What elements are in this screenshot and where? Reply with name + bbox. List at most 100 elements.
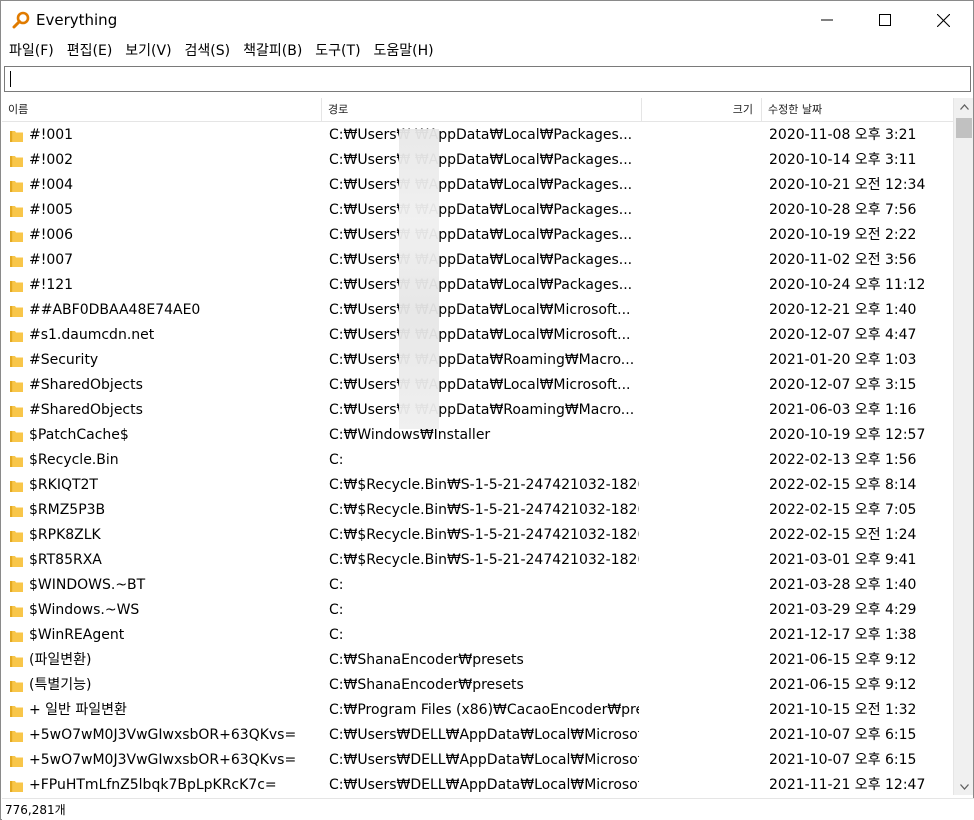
table-row[interactable]: #SharedObjects C:₩Users₩ ₩AppData₩Local₩M… xyxy=(2,373,953,398)
cell-path: C:₩$Recycle.Bin₩S-1-5-21-247421032-18262… xyxy=(329,502,639,518)
scroll-thumb[interactable] xyxy=(956,118,972,138)
folder-icon xyxy=(10,231,23,242)
table-row[interactable]: #!007 C:₩Users₩ ₩AppData₩Local₩Packages..… xyxy=(2,248,953,273)
cell-path: C:₩Users₩ ₩AppData₩Local₩Packages... xyxy=(329,152,633,168)
cell-modified-date: 2022-02-15 오후 7:05 xyxy=(769,502,917,518)
cell-name: $PatchCache$ xyxy=(2,423,320,448)
vertical-scrollbar[interactable] xyxy=(953,98,973,795)
cell-name: +5wO7wM0J3VwGIwxsbOR+63QKvs= xyxy=(2,748,320,773)
cell-modified-date: 2020-12-21 오후 1:40 xyxy=(769,302,917,318)
table-row[interactable]: $Recycle.Bin C: 2022-02-13 오후 1:56 xyxy=(2,448,953,473)
cell-modified-date: 2020-10-21 오전 12:34 xyxy=(769,177,926,193)
folder-icon xyxy=(10,381,23,392)
column-header-size[interactable]: 크기 xyxy=(642,98,762,122)
folder-icon xyxy=(10,756,23,767)
folder-icon xyxy=(10,256,23,267)
table-row[interactable]: ##ABF0DBAA48E74AE0 C:₩Users₩ ₩AppData₩Loc… xyxy=(2,298,953,323)
cell-path: C:₩ShanaEncoder₩presets xyxy=(329,677,524,693)
title-bar[interactable]: Everything xyxy=(1,1,973,39)
minimize-button[interactable] xyxy=(798,1,856,39)
table-row[interactable]: (특별기능) C:₩ShanaEncoder₩presets 2021-06-15 … xyxy=(2,673,953,698)
menu-item[interactable]: 도구(T) xyxy=(307,39,367,63)
column-header-modified[interactable]: 수정한 날짜 xyxy=(762,98,953,122)
table-row[interactable]: $PatchCache$ C:₩Windows₩Installer 2020-10-… xyxy=(2,423,953,448)
column-header-name[interactable]: 이름 xyxy=(2,98,322,122)
magnifier-icon xyxy=(12,11,30,29)
file-name: $RPK8ZLK xyxy=(29,527,101,543)
menu-item[interactable]: 파일(F) xyxy=(1,39,61,63)
cell-modified-date: 2021-10-07 오후 6:15 xyxy=(769,727,917,743)
cell-name: $RMZ5P3B xyxy=(2,498,320,523)
table-row[interactable]: $RKIQT2T C:₩$Recycle.Bin₩S-1-5-21-2474210… xyxy=(2,473,953,498)
menu-item[interactable]: 도움말(H) xyxy=(366,39,441,63)
table-row[interactable]: #!005 C:₩Users₩ ₩AppData₩Local₩Packages..… xyxy=(2,198,953,223)
file-name: (파일변환) xyxy=(29,652,92,668)
table-row[interactable]: $WINDOWS.~BT C: 2021-03-28 오후 1:40 xyxy=(2,573,953,598)
folder-icon xyxy=(10,631,23,642)
folder-icon xyxy=(10,206,23,217)
cell-modified-date: 2021-06-03 오후 1:16 xyxy=(769,402,917,418)
table-row[interactable]: $RPK8ZLK C:₩$Recycle.Bin₩S-1-5-21-2474210… xyxy=(2,523,953,548)
menu-item[interactable]: 보기(V) xyxy=(117,39,178,63)
scroll-down-button[interactable] xyxy=(954,778,974,795)
folder-icon xyxy=(10,681,23,692)
folder-icon xyxy=(10,131,23,142)
table-row[interactable]: $RT85RXA C:₩$Recycle.Bin₩S-1-5-21-2474210… xyxy=(2,548,953,573)
file-name: $PatchCache$ xyxy=(29,427,129,443)
table-row[interactable]: +5wO7wM0J3VwGIwxsbOR+63QKvs= C:₩Users₩DEL… xyxy=(2,723,953,748)
table-row[interactable]: #!006 C:₩Users₩ ₩AppData₩Local₩Packages..… xyxy=(2,223,953,248)
folder-icon xyxy=(10,306,23,317)
cell-name: $RT85RXA xyxy=(2,548,320,573)
table-row[interactable]: #!121 C:₩Users₩ ₩AppData₩Local₩Packages..… xyxy=(2,273,953,298)
table-row[interactable]: +5wO7wM0J3VwGIwxsbOR+63QKvs= C:₩Users₩DEL… xyxy=(2,748,953,773)
cell-modified-date: 2020-12-07 오후 3:15 xyxy=(769,377,917,393)
cell-name: #SharedObjects xyxy=(2,398,320,423)
table-row[interactable]: +FPuHTmLfnZ5lbqk7BpLpKRcK7c= C:₩Users₩DEL… xyxy=(2,773,953,795)
table-row[interactable]: #!004 C:₩Users₩ ₩AppData₩Local₩Packages..… xyxy=(2,173,953,198)
folder-icon xyxy=(10,781,23,792)
cell-modified-date: 2020-10-19 오전 2:22 xyxy=(769,227,917,243)
menu-item[interactable]: 편집(E) xyxy=(59,39,120,63)
cell-modified-date: 2022-02-13 오후 1:56 xyxy=(769,452,917,468)
column-header-path[interactable]: 경로 xyxy=(322,98,642,122)
folder-icon xyxy=(10,356,23,367)
table-row[interactable]: #!002 C:₩Users₩ ₩AppData₩Local₩Packages..… xyxy=(2,148,953,173)
table-row[interactable]: $WinREAgent C: 2021-12-17 오후 1:38 xyxy=(2,623,953,648)
table-row[interactable]: #!001 C:₩Users₩ ₩AppData₩Local₩Packages..… xyxy=(2,123,953,148)
table-row[interactable]: #s1.daumcdn.net C:₩Users₩ ₩AppData₩Local₩… xyxy=(2,323,953,348)
cell-name: (특별기능) xyxy=(2,673,320,698)
table-row[interactable]: $RMZ5P3B C:₩$Recycle.Bin₩S-1-5-21-2474210… xyxy=(2,498,953,523)
file-name: #SharedObjects xyxy=(29,377,143,393)
file-name: $WinREAgent xyxy=(29,627,125,643)
maximize-button[interactable] xyxy=(856,1,914,39)
cell-path: C:₩Users₩DELL₩AppData₩Local₩Microsoft... xyxy=(329,777,639,793)
cell-path: C:₩Users₩ ₩AppData₩Local₩Microsoft... xyxy=(329,302,631,318)
cell-name: #s1.daumcdn.net xyxy=(2,323,320,348)
cell-path: C:₩$Recycle.Bin₩S-1-5-21-247421032-18262… xyxy=(329,527,639,543)
folder-icon xyxy=(10,656,23,667)
folder-icon xyxy=(10,431,23,442)
chevron-down-icon xyxy=(959,783,969,790)
scroll-up-button[interactable] xyxy=(954,98,974,115)
cell-modified-date: 2020-10-14 오후 3:11 xyxy=(769,152,917,168)
table-row[interactable]: (파일변환) C:₩ShanaEncoder₩presets 2021-06-15 … xyxy=(2,648,953,673)
folder-icon xyxy=(10,406,23,417)
table-row[interactable]: #Security C:₩Users₩ ₩AppData₩Roaming₩Macr… xyxy=(2,348,953,373)
table-row[interactable]: + 일반 파일변환 C:₩Program Files (x86)₩CacaoEnc… xyxy=(2,698,953,723)
cell-modified-date: 2021-01-20 오후 1:03 xyxy=(769,352,917,368)
cell-name: + 일반 파일변환 xyxy=(2,698,320,723)
menu-item[interactable]: 책갈피(B) xyxy=(235,39,309,63)
cell-modified-date: 2021-03-28 오후 1:40 xyxy=(769,577,917,593)
close-button[interactable] xyxy=(914,1,972,39)
minimize-icon xyxy=(821,19,833,21)
file-name: +5wO7wM0J3VwGIwxsbOR+63QKvs= xyxy=(29,752,297,768)
table-row[interactable]: #SharedObjects C:₩Users₩ ₩AppData₩Roaming… xyxy=(2,398,953,423)
search-input[interactable] xyxy=(4,66,971,92)
table-row[interactable]: $Windows.~WS C: 2021-03-29 오후 4:29 xyxy=(2,598,953,623)
cell-name: #!006 xyxy=(2,223,320,248)
menu-item[interactable]: 검색(S) xyxy=(177,39,238,63)
cell-name: (파일변환) xyxy=(2,648,320,673)
results-list[interactable]: #!001 C:₩Users₩ ₩AppData₩Local₩Packages..… xyxy=(2,123,953,795)
cell-modified-date: 2020-10-19 오후 12:57 xyxy=(769,427,926,443)
file-name: $RKIQT2T xyxy=(29,477,98,493)
